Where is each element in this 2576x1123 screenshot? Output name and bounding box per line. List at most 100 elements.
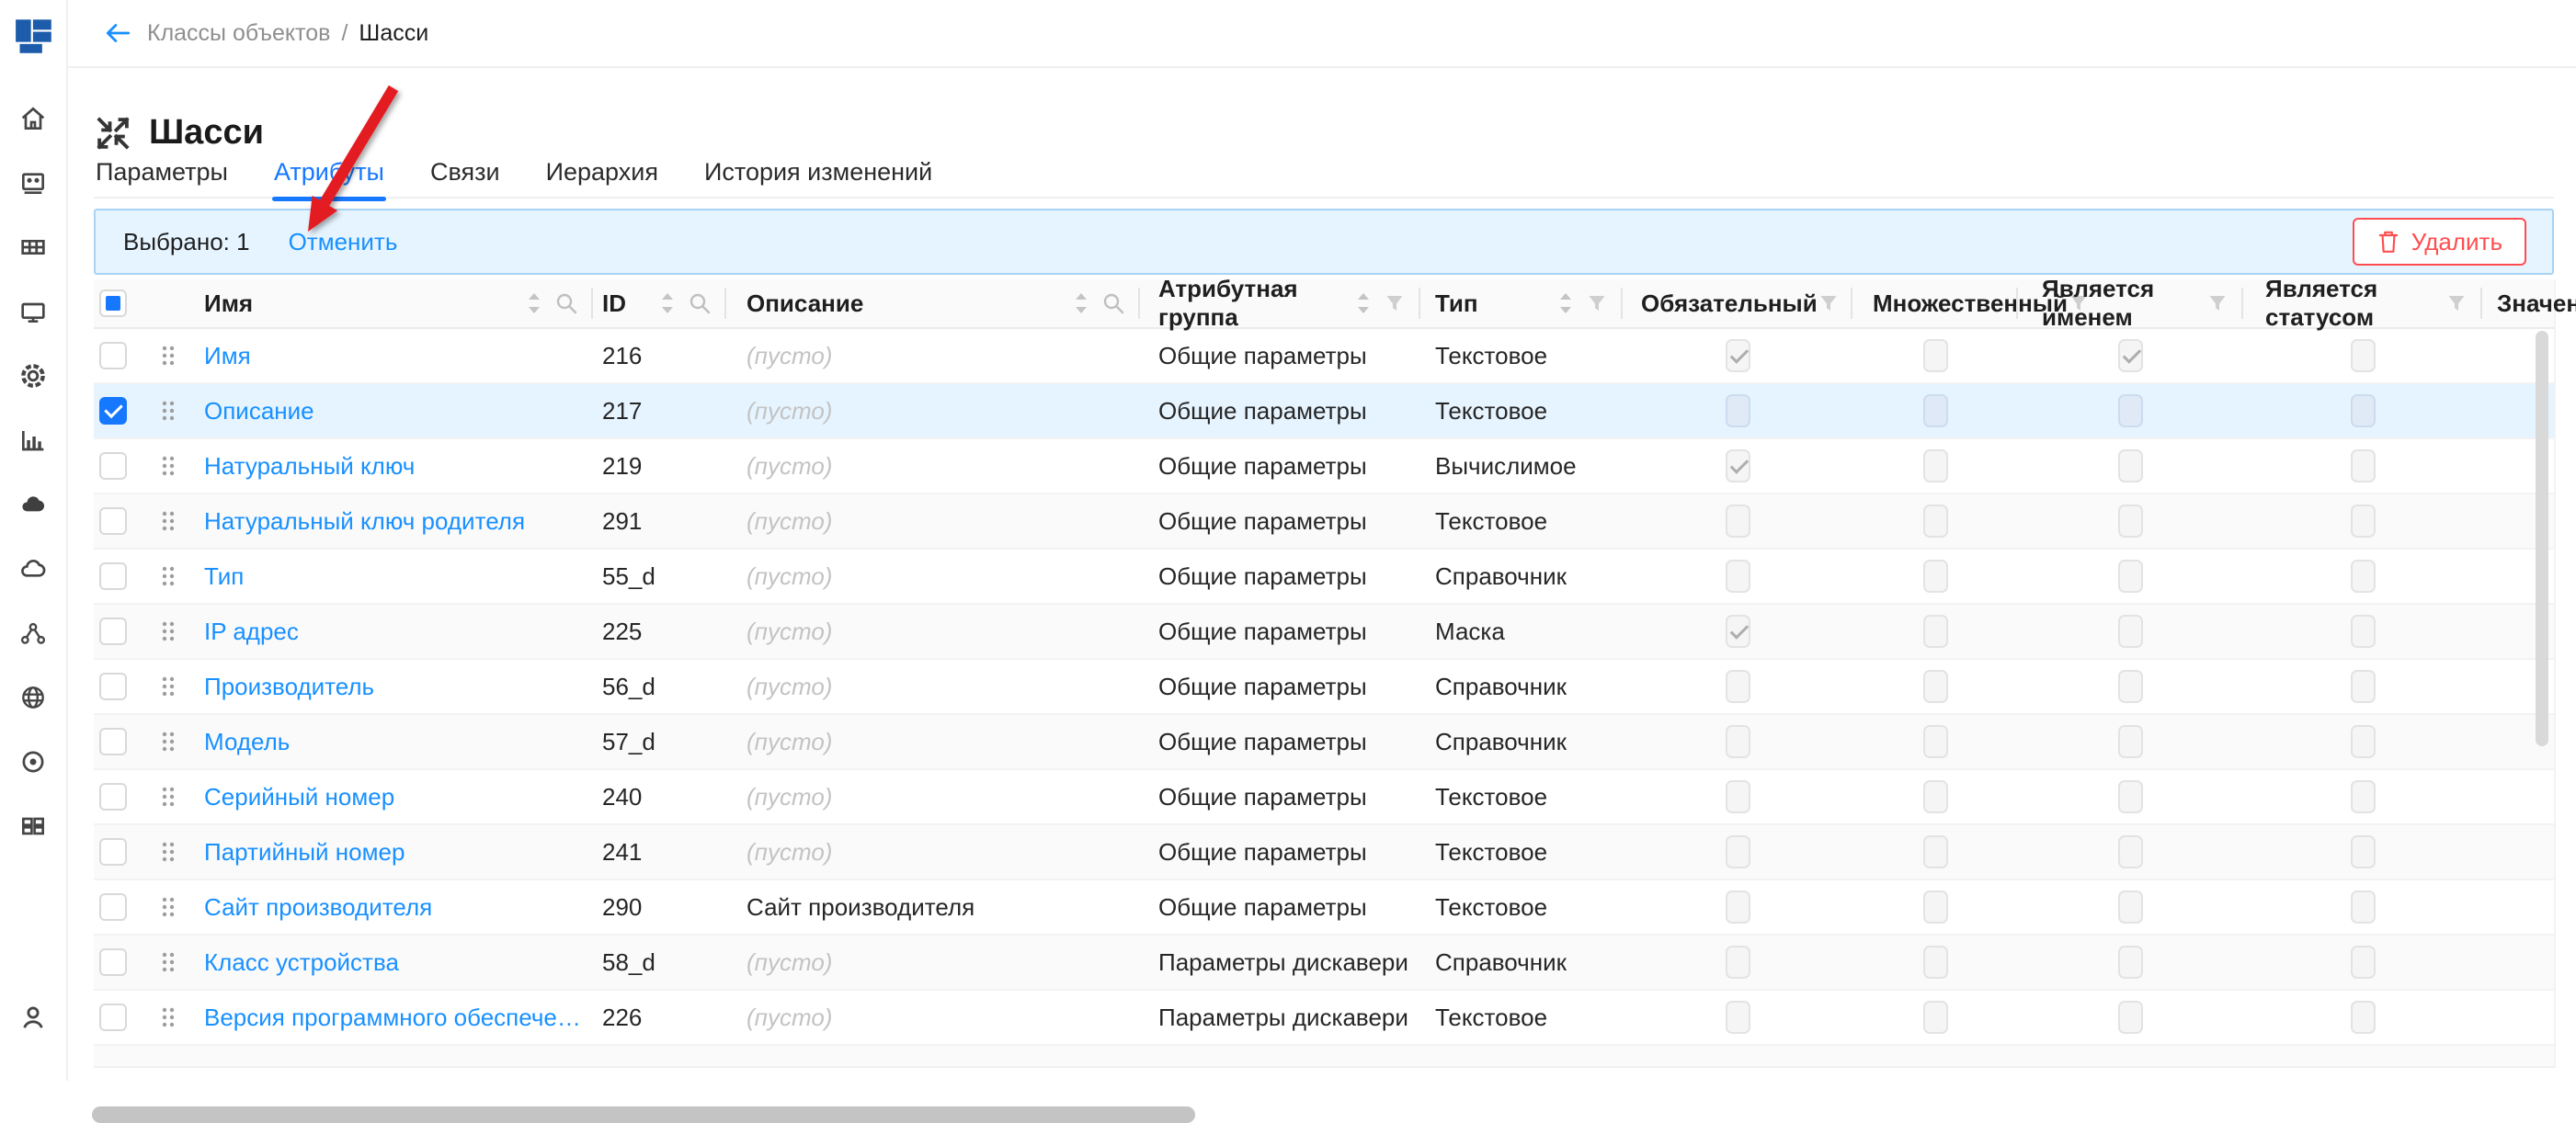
drag-handle-icon[interactable] (160, 454, 177, 478)
column-header-type[interactable]: Тип (1420, 279, 1623, 327)
collapse-arrows-icon[interactable] (94, 114, 132, 153)
row-select-checkbox[interactable] (99, 948, 127, 976)
drag-handle-icon[interactable] (160, 785, 177, 809)
row-select-checkbox[interactable] (99, 783, 127, 811)
table-row[interactable]: Тип 55_d (пусто) Общие параметры Справоч… (94, 550, 2554, 605)
attribute-name-link[interactable]: Натуральный ключ (204, 452, 415, 481)
sort-icon[interactable] (1556, 291, 1575, 315)
row-select-checkbox[interactable] (99, 838, 127, 866)
table-row[interactable]: Сайт производителя 290 Сайт производител… (94, 880, 2554, 936)
delete-button[interactable]: Удалить (2353, 218, 2526, 266)
row-select-checkbox[interactable] (99, 673, 127, 700)
breadcrumb-parent-link[interactable]: Классы объектов (147, 20, 330, 47)
sort-icon[interactable] (525, 291, 543, 315)
attribute-name-link[interactable]: Класс устройства (204, 948, 399, 977)
drag-handle-icon[interactable] (160, 1005, 177, 1029)
row-select-checkbox[interactable] (99, 618, 127, 645)
column-header-multiple[interactable]: Множественный (1852, 279, 2018, 327)
monitor-icon[interactable] (17, 296, 49, 327)
cloud-outline-icon[interactable] (17, 553, 49, 584)
attribute-name-link[interactable]: Натуральный ключ родителя (204, 507, 525, 536)
row-select-checkbox[interactable] (99, 1004, 127, 1031)
sort-icon[interactable] (658, 291, 677, 315)
globe-icon[interactable] (17, 682, 49, 713)
app-logo[interactable] (15, 17, 53, 55)
table-row[interactable]: IP адрес 225 (пусто) Общие параметры Мас… (94, 605, 2554, 660)
drag-handle-icon[interactable] (160, 675, 177, 698)
table-row[interactable]: Натуральный ключ родителя 291 (пусто) Об… (94, 494, 2554, 550)
tab-История изменений[interactable]: История изменений (702, 154, 934, 199)
drag-handle-icon[interactable] (160, 619, 177, 643)
search-icon[interactable] (1101, 291, 1125, 315)
column-header-required[interactable]: Обязательный (1623, 279, 1852, 327)
back-arrow-icon[interactable] (103, 20, 132, 46)
search-icon[interactable] (554, 291, 578, 315)
table-row[interactable]: Производитель 56_d (пусто) Общие парамет… (94, 660, 2554, 715)
table-row[interactable]: Класс устройства 58_d (пусто) Параметры … (94, 936, 2554, 991)
select-all-checkbox[interactable] (99, 289, 127, 317)
drag-handle-icon[interactable] (160, 840, 177, 864)
home-icon[interactable] (17, 103, 49, 134)
attribute-name-link[interactable]: IP адрес (204, 618, 299, 646)
table-row[interactable]: Серийный номер 240 (пусто) Общие парамет… (94, 770, 2554, 825)
table-row[interactable]: Имя 216 (пусто) Общие параметры Текстово… (94, 329, 2554, 384)
attribute-name-link[interactable]: Производитель (204, 673, 374, 701)
drag-handle-icon[interactable] (160, 509, 177, 533)
sort-icon[interactable] (1354, 291, 1373, 315)
apps-grid-icon[interactable] (17, 811, 49, 842)
table-row[interactable]: Партийный номер 241 (пусто) Общие параме… (94, 825, 2554, 880)
row-select-checkbox[interactable] (99, 728, 127, 755)
tab-Иерархия[interactable]: Иерархия (544, 154, 660, 199)
column-header-name[interactable]: Имя (191, 279, 593, 327)
attribute-name-link[interactable]: Модель (204, 728, 290, 756)
drag-handle-icon[interactable] (160, 564, 177, 588)
drag-handle-icon[interactable] (160, 950, 177, 974)
drag-handle-icon[interactable] (160, 344, 177, 368)
attribute-name-link[interactable]: Сайт производителя (204, 893, 432, 922)
table-row[interactable]: Версия программного обеспечения 226 (пус… (94, 991, 2554, 1046)
cancel-selection-link[interactable]: Отменить (289, 228, 398, 256)
attribute-name-link[interactable]: Партийный номер (204, 838, 405, 867)
bar-chart-icon[interactable] (17, 425, 49, 456)
column-header-is-status[interactable]: Является статусом (2243, 279, 2482, 327)
drag-handle-icon[interactable] (160, 730, 177, 754)
sort-icon[interactable] (1072, 291, 1090, 315)
data-table-icon[interactable] (17, 232, 49, 263)
attribute-name-link[interactable]: Описание (204, 397, 314, 425)
row-select-checkbox[interactable] (99, 397, 127, 425)
table-row[interactable]: Натуральный ключ 219 (пусто) Общие парам… (94, 439, 2554, 494)
user-icon[interactable] (17, 1002, 49, 1033)
device-screen-icon[interactable] (17, 167, 49, 199)
table-row[interactable]: Модель 57_d (пусто) Общие параметры Спра… (94, 715, 2554, 770)
column-header-is-name[interactable]: Является именем (2018, 279, 2243, 327)
attribute-name-link[interactable]: Тип (204, 562, 244, 591)
filter-icon[interactable] (2445, 292, 2468, 314)
attribute-name-link[interactable]: Серийный номер (204, 783, 394, 811)
filter-icon[interactable] (1384, 292, 1406, 314)
column-header-description[interactable]: Описание (726, 279, 1140, 327)
table-row[interactable]: Описание 217 (пусто) Общие параметры Тек… (94, 384, 2554, 439)
cloud-filled-icon[interactable] (17, 489, 49, 520)
horizontal-scrollbar[interactable] (92, 1106, 1195, 1123)
tab-Связи[interactable]: Связи (428, 154, 502, 199)
row-select-checkbox[interactable] (99, 452, 127, 480)
filter-icon[interactable] (2206, 292, 2228, 314)
drag-handle-icon[interactable] (160, 399, 177, 423)
tab-Атрибуты[interactable]: Атрибуты (272, 154, 386, 199)
filter-icon[interactable] (1586, 292, 1608, 314)
tab-Параметры[interactable]: Параметры (94, 154, 230, 199)
drag-handle-icon[interactable] (160, 895, 177, 919)
network-nodes-icon[interactable] (17, 618, 49, 649)
search-icon[interactable] (688, 291, 712, 315)
attribute-name-link[interactable]: Имя (204, 342, 251, 370)
attribute-name-link[interactable]: Версия программного обеспечения (204, 1004, 593, 1032)
row-select-checkbox[interactable] (99, 507, 127, 535)
vertical-scrollbar[interactable] (2536, 331, 2548, 746)
column-header-group[interactable]: Атрибутная группа (1140, 279, 1420, 327)
row-select-checkbox[interactable] (99, 342, 127, 369)
column-header-value[interactable]: Значен (2482, 279, 2554, 327)
row-select-checkbox[interactable] (99, 562, 127, 590)
row-select-checkbox[interactable] (99, 893, 127, 921)
column-header-id[interactable]: ID (593, 279, 726, 327)
settings-gear-icon[interactable] (17, 360, 49, 391)
